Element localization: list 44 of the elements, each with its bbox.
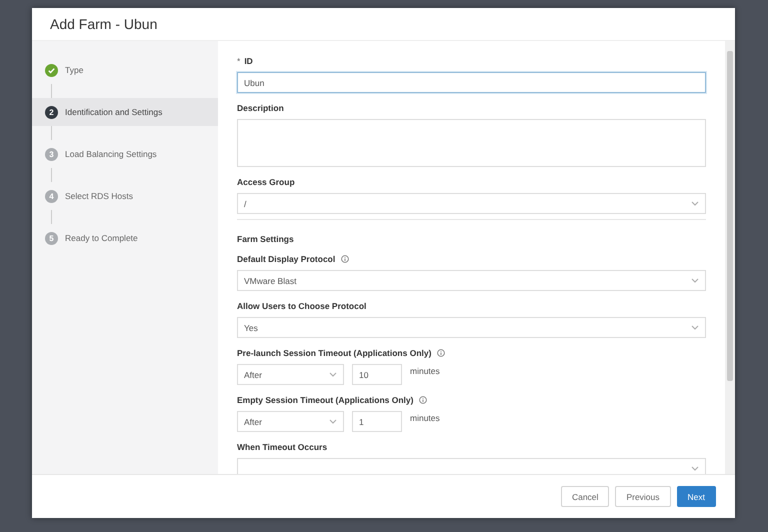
field-label: Access Group <box>237 177 295 187</box>
step-number: 5 <box>45 232 58 244</box>
dropdown[interactable]: After <box>237 411 344 432</box>
required-mark: * <box>237 56 240 66</box>
field-label: Default Display Protocol <box>237 254 336 264</box>
caret-icon <box>691 466 699 471</box>
caret-icon <box>691 201 699 206</box>
dialog-button[interactable]: Cancel <box>560 486 610 507</box>
field-label: ID <box>244 56 253 66</box>
id-field[interactable]: Ubun <box>237 72 706 93</box>
dropdown[interactable]: / <box>237 193 706 214</box>
field-label: Description <box>237 103 284 113</box>
caret-icon <box>329 372 337 377</box>
dropdown[interactable]: After <box>237 364 344 385</box>
caret-icon <box>691 325 699 330</box>
dropdown[interactable]: Yes <box>237 317 706 338</box>
number-field[interactable]: 10 <box>352 364 402 385</box>
info-icon[interactable] <box>419 396 428 404</box>
field-label: Pre-launch Session Timeout (Applications Only) <box>237 348 432 358</box>
step-label[interactable]: Ready to Complete <box>65 233 138 243</box>
step-item[interactable]: 2 Identification and Settings <box>32 98 218 126</box>
scrollbar[interactable] <box>725 41 735 474</box>
step-label[interactable]: Select RDS Hosts <box>65 191 134 201</box>
step-label[interactable]: Load Balancing Settings <box>65 149 157 159</box>
field-label: Empty Session Timeout (Applications Only) <box>237 395 414 405</box>
step-number: 4 <box>45 190 58 202</box>
dialog-title: Add Farm - Ubun <box>49 15 158 34</box>
step-number: 3 <box>45 148 58 160</box>
caret-icon <box>691 278 699 283</box>
step-number: 2 <box>45 106 58 118</box>
info-icon[interactable] <box>437 349 446 357</box>
number-field[interactable]: 1 <box>352 411 402 432</box>
unit-label: minutes <box>410 365 440 376</box>
description-field[interactable] <box>237 119 706 167</box>
dropdown[interactable]: VMware Blast <box>237 270 706 291</box>
step-label[interactable]: Type <box>65 65 84 75</box>
unit-label: minutes <box>410 412 440 423</box>
caret-icon <box>329 419 337 424</box>
field-label: When Timeout Occurs <box>237 442 328 452</box>
dialog-button[interactable]: Previous <box>615 486 671 507</box>
info-icon[interactable] <box>341 255 350 263</box>
section-heading: Farm Settings <box>237 234 295 244</box>
field-label: Allow Users to Choose Protocol <box>237 301 366 311</box>
dialog-button[interactable]: Next <box>676 486 716 507</box>
